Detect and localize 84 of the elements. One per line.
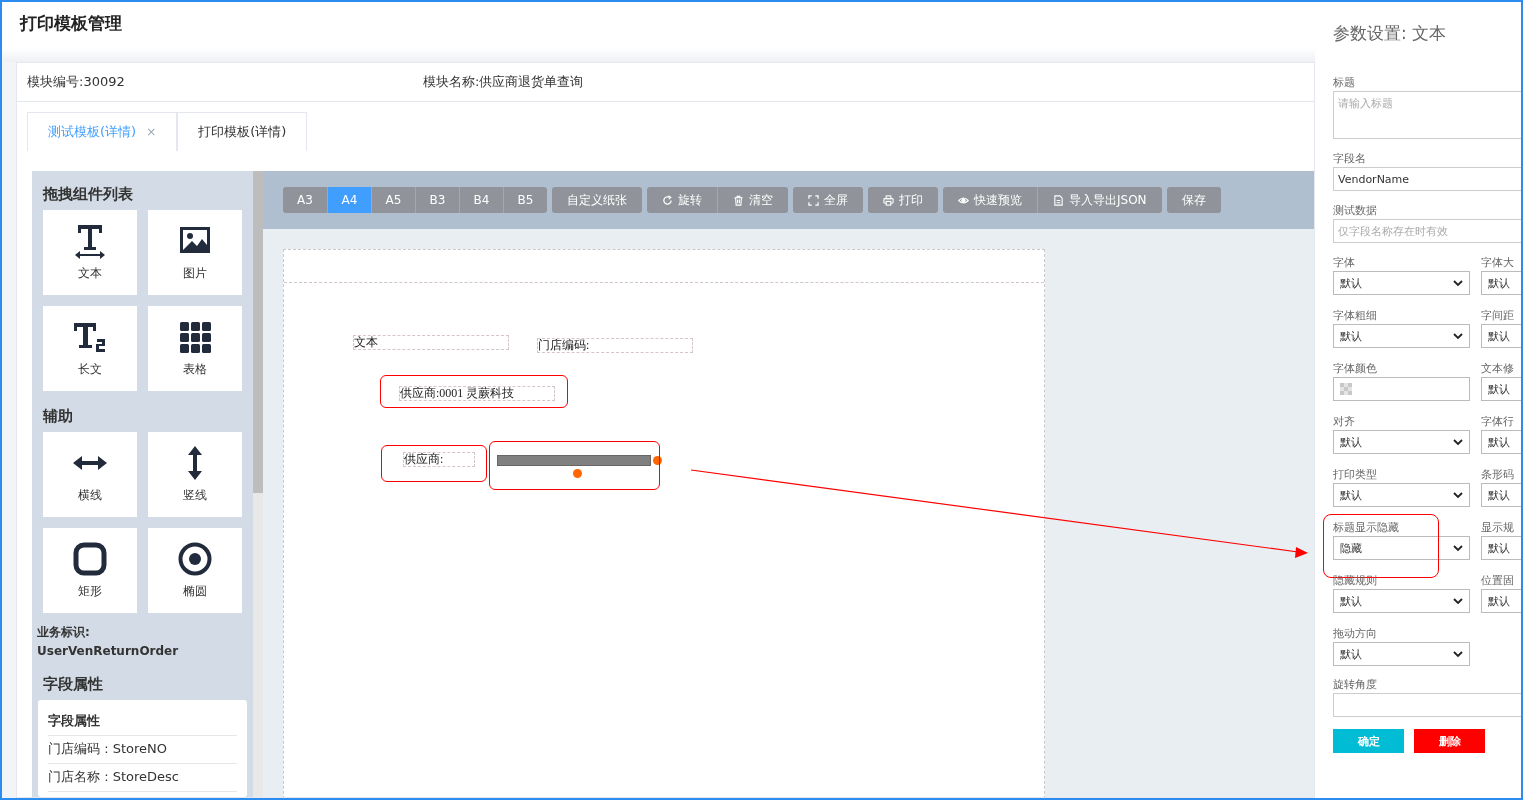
color-field[interactable] bbox=[1333, 377, 1470, 401]
scrollbar[interactable] bbox=[253, 171, 263, 797]
component-tile[interactable]: 图片 bbox=[148, 210, 242, 295]
module-name: 模块名称:供应商退货单查询 bbox=[423, 73, 585, 91]
field-label: 隐藏规则 bbox=[1333, 573, 1378, 589]
resize-handle[interactable] bbox=[653, 456, 662, 465]
section-title: 拖拽组件列表 bbox=[43, 185, 134, 204]
title-input[interactable]: 请输入标题 bbox=[1333, 91, 1521, 139]
card-title: 字段属性 bbox=[48, 706, 237, 736]
component-tile[interactable]: 表格 bbox=[148, 306, 242, 391]
field-label: 字体粗细 bbox=[1333, 308, 1378, 324]
field-label: 标题显示隐藏 bbox=[1333, 520, 1400, 536]
field-label: 测试数据 bbox=[1333, 203, 1378, 219]
chevron-down-icon bbox=[1453, 279, 1463, 287]
field-label: 字段名 bbox=[1333, 151, 1367, 167]
chevron-down-icon bbox=[1453, 597, 1463, 605]
document-icon bbox=[1053, 194, 1064, 206]
resize-handle[interactable] bbox=[573, 469, 582, 478]
refresh-icon bbox=[662, 194, 673, 206]
rotation-input[interactable] bbox=[1333, 693, 1521, 717]
component-tile[interactable]: 椭圆 bbox=[148, 528, 242, 613]
select-field[interactable]: 隐藏 bbox=[1333, 536, 1470, 560]
component-tile[interactable]: 竖线 bbox=[148, 432, 242, 517]
field-label: 字体 bbox=[1333, 255, 1356, 271]
field-label: 字体颜色 bbox=[1333, 361, 1378, 377]
select-field[interactable]: 默认 bbox=[1333, 324, 1470, 348]
business-id: UserVenReturnOrder bbox=[37, 643, 180, 660]
select-field[interactable]: 默认 bbox=[1481, 271, 1521, 295]
field-label: 显示规 bbox=[1481, 520, 1515, 536]
field-label: 打印类型 bbox=[1333, 467, 1378, 483]
field-label: 对齐 bbox=[1333, 414, 1356, 430]
field-row[interactable]: 门店编码 : StoreNO bbox=[48, 736, 237, 764]
chevron-down-icon bbox=[1453, 438, 1463, 446]
field-label: 拖动方向 bbox=[1333, 626, 1378, 642]
test-data-input[interactable]: 仅字段名称存在时有效 bbox=[1333, 219, 1521, 243]
field-label: 位置固 bbox=[1481, 573, 1515, 589]
component-tile[interactable]: 横线 bbox=[43, 432, 137, 517]
select-field[interactable]: 默认 bbox=[1481, 324, 1521, 348]
chevron-down-icon bbox=[1453, 491, 1463, 499]
chevron-down-icon bbox=[1453, 650, 1463, 658]
text-field-element[interactable]: 供应商:0001 灵蕨科技 bbox=[399, 386, 555, 401]
select-field[interactable]: 默认 bbox=[1333, 483, 1470, 507]
select-field[interactable]: 默认 bbox=[1333, 271, 1470, 295]
text-field-element[interactable]: 门店编码: bbox=[537, 338, 693, 353]
chevron-down-icon bbox=[1453, 544, 1463, 552]
chevron-down-icon bbox=[1453, 332, 1463, 340]
component-tile[interactable]: 矩形 bbox=[43, 528, 137, 613]
rect-icon bbox=[72, 541, 108, 577]
select-field[interactable]: 默认 bbox=[1333, 589, 1470, 613]
field-label: 文本修 bbox=[1481, 361, 1515, 377]
component-tile[interactable]: 文本 bbox=[43, 210, 137, 295]
field-label: 标题 bbox=[1333, 75, 1356, 91]
field-name-input[interactable]: VendorName bbox=[1333, 167, 1521, 191]
field-label: 字体行 bbox=[1481, 414, 1515, 430]
field-label: 旋转角度 bbox=[1333, 677, 1378, 693]
printer-icon bbox=[883, 194, 894, 206]
section-title: 字段属性 bbox=[43, 675, 104, 694]
select-field[interactable]: 默认 bbox=[1481, 536, 1521, 560]
section-title: 辅助 bbox=[43, 407, 74, 426]
select-field[interactable]: 默认 bbox=[1481, 430, 1521, 454]
ellipse-icon bbox=[177, 541, 213, 577]
select-field[interactable]: 默认 bbox=[1481, 377, 1521, 401]
component-tile[interactable]: 长文 bbox=[43, 306, 137, 391]
select-field[interactable]: 默认 bbox=[1481, 589, 1521, 613]
page-title: 打印模板管理 bbox=[20, 12, 122, 35]
delete-button[interactable]: 删除 bbox=[1414, 729, 1485, 753]
module-number: 模块编号:30092 bbox=[27, 73, 126, 91]
checkerboard-icon bbox=[1340, 383, 1352, 395]
field-label: 字体大 bbox=[1481, 255, 1515, 271]
table-icon bbox=[177, 319, 213, 355]
field-label: 条形码 bbox=[1481, 467, 1515, 483]
field-label: 字间距 bbox=[1481, 308, 1515, 324]
select-field[interactable]: 默认 bbox=[1333, 642, 1470, 666]
text-field-element[interactable]: 供应商: bbox=[403, 452, 475, 467]
fullscreen-icon bbox=[808, 194, 819, 206]
field-row[interactable]: 门店名称 : StoreDesc bbox=[48, 764, 237, 792]
tab[interactable]: 打印模板(详情) bbox=[177, 112, 308, 151]
panel-title: 参数设置: 文本 bbox=[1333, 22, 1448, 45]
eye-icon bbox=[958, 194, 969, 206]
trash-icon bbox=[733, 194, 744, 206]
select-field[interactable]: 默认 bbox=[1481, 483, 1521, 507]
text-field-element[interactable]: 文本 bbox=[353, 335, 509, 350]
select-field[interactable]: 默认 bbox=[1333, 430, 1470, 454]
business-id-label: 业务标识: bbox=[37, 624, 91, 641]
